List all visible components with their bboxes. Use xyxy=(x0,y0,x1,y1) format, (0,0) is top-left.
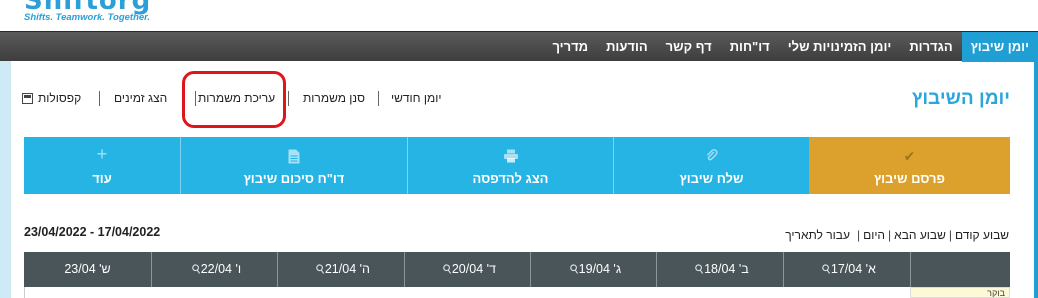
schedule-summary-report-label: דו"ח סיכום שיבוץ xyxy=(243,171,345,186)
top-nav: יומן שיבוץ הגדרות יומן הזמינויות שלי דו"… xyxy=(0,31,1038,62)
day-label: ש' 23/04 xyxy=(64,262,111,276)
monthly-view-link[interactable]: יומן חודשי xyxy=(391,91,441,105)
capsules-link[interactable]: קפסולות xyxy=(22,91,81,105)
day-header[interactable]: ו' 22/04⚲ xyxy=(151,252,277,287)
edit-shifts-highlight-annotation xyxy=(182,71,286,128)
nav-item-guide[interactable]: מדריך xyxy=(543,32,597,62)
divider: | xyxy=(948,228,952,242)
day-label: ו' 22/04 xyxy=(200,262,242,276)
nav-item-my-availability[interactable]: יומן הזמינויות שלי xyxy=(779,32,901,62)
nav-item-schedule[interactable]: יומן שיבוץ xyxy=(961,32,1038,62)
divider: | xyxy=(888,228,892,242)
show-availability-link[interactable]: הצג זמינים xyxy=(114,91,167,105)
plus-icon: + xyxy=(96,144,108,164)
page-title: יומן השיבוץ xyxy=(911,88,1010,109)
date-range: 23/04/2022 - 17/04/2022 xyxy=(24,225,161,239)
logo[interactable]: Shiftorg Shifts. Teamwork. Together. xyxy=(24,0,184,30)
day-header[interactable]: ה' 21/04⚲ xyxy=(277,252,404,287)
print-icon xyxy=(408,149,613,165)
day-label: א' 17/04 xyxy=(830,262,876,276)
divider xyxy=(378,91,379,106)
left-edge-strip xyxy=(0,61,11,298)
document-icon xyxy=(181,149,407,166)
more-label: עוד xyxy=(92,171,112,186)
nav-item-settings[interactable]: הגדרות xyxy=(900,32,961,62)
action-bar: ✔ פרסם שיבוץ שלח שיבוץ הצג להדפסה דו"ח ס… xyxy=(24,137,1010,194)
check-icon: ✔ xyxy=(903,148,916,164)
row-header-corner xyxy=(910,252,1010,287)
day-header[interactable]: א' 17/04⚲ xyxy=(783,252,910,287)
day-header[interactable]: ש' 23/04 xyxy=(24,252,151,287)
publish-schedule-button[interactable]: ✔ פרסם שיבוץ xyxy=(809,137,1010,194)
calendar-icon xyxy=(22,93,33,104)
right-edge-strip xyxy=(1034,61,1038,298)
day-label: ד' 20/04 xyxy=(451,262,496,276)
shift-row-label: בוקר xyxy=(910,287,1010,298)
day-header[interactable]: ג' 19/04⚲ xyxy=(530,252,656,287)
logo-tagline: Shifts. Teamwork. Together. xyxy=(24,12,150,23)
send-schedule-button[interactable]: שלח שיבוץ xyxy=(613,137,809,194)
schedule-header: א' 17/04⚲ ב' 18/04⚲ ג' 19/04⚲ ד' 20/04⚲ … xyxy=(24,252,1010,287)
day-label: ה' 21/04 xyxy=(324,262,370,276)
nav-item-reports[interactable]: דו"חות xyxy=(721,32,779,62)
divider xyxy=(99,91,100,106)
today-link[interactable]: היום xyxy=(863,228,885,242)
nav-item-messages[interactable]: הודעות xyxy=(597,32,657,62)
shift-filter-link[interactable]: סנן משמרות xyxy=(303,91,365,105)
week-navigation: שבוע קודם|שבוע הבא|היום|עבור לתאריך xyxy=(785,228,1009,242)
schedule-body xyxy=(24,287,1010,298)
nav-item-contacts[interactable]: דף קשר xyxy=(657,32,721,62)
publish-schedule-label: פרסם שיבוץ xyxy=(873,171,946,186)
schedule-summary-report-button[interactable]: דו"ח סיכום שיבוץ xyxy=(180,137,407,194)
capsules-label: קפסולות xyxy=(38,91,82,105)
previous-week-link[interactable]: שבוע קודם xyxy=(955,228,1009,242)
paperclip-icon xyxy=(614,149,809,165)
divider: | xyxy=(856,228,861,242)
day-label: ב' 18/04 xyxy=(704,262,749,276)
next-week-link[interactable]: שבוע הבא xyxy=(894,228,946,242)
day-header[interactable]: ב' 18/04⚲ xyxy=(656,252,783,287)
divider xyxy=(288,91,289,106)
go-to-date-link[interactable]: עבור לתאריך xyxy=(785,228,854,242)
day-header[interactable]: ד' 20/04⚲ xyxy=(404,252,530,287)
print-view-label: הצג להדפסה xyxy=(472,171,549,186)
more-button[interactable]: + עוד xyxy=(24,137,180,194)
print-view-button[interactable]: הצג להדפסה xyxy=(407,137,613,194)
send-schedule-label: שלח שיבוץ xyxy=(679,171,744,186)
day-label: ג' 19/04 xyxy=(578,262,622,276)
